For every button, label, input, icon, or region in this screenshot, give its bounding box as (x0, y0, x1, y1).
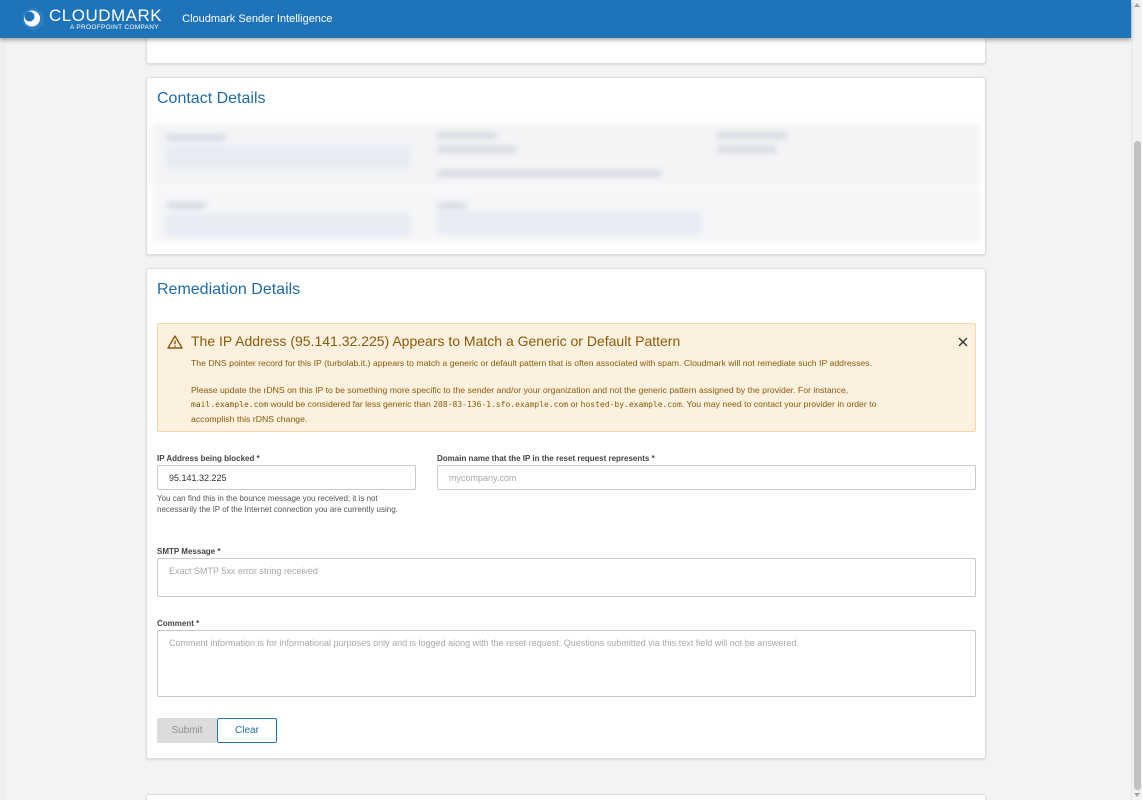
contact-details-redacted (152, 124, 980, 243)
page-scrollbar[interactable] (1131, 0, 1142, 800)
next-section-card (146, 794, 986, 800)
alert-title: The IP Address (95.141.32.225) Appears t… (191, 333, 681, 349)
logo-tagline: A PROOFPOINT COMPANY (70, 23, 159, 31)
remediation-details-card: Remediation Details The IP Address (95.1… (146, 268, 986, 759)
cloudmark-logo[interactable]: CLOUDMARK A PROOFPOINT COMPANY (20, 0, 162, 38)
cloudmark-logo-icon (22, 7, 44, 31)
logo-name: CLOUDMARK (49, 5, 163, 25)
top-app-bar: CLOUDMARK A PROOFPOINT COMPANY Cloudmark… (0, 0, 1131, 38)
domain-name-label: Domain name that the IP in the reset req… (437, 454, 655, 463)
remediation-details-title: Remediation Details (157, 281, 301, 298)
warning-icon (167, 335, 183, 349)
ip-address-label: IP Address being blocked * (157, 454, 260, 463)
scroll-thumb[interactable] (1134, 141, 1141, 790)
generic-pattern-alert: The IP Address (95.141.32.225) Appears t… (157, 323, 976, 432)
contact-details-title: Contact Details (157, 90, 266, 107)
ip-address-help: You can find this in the bounce message … (157, 494, 398, 514)
ip-address-input[interactable]: 95.141.32.225 (157, 465, 416, 490)
comment-label: Comment * (157, 619, 200, 628)
contact-details-card: Contact Details (146, 77, 986, 255)
scroll-up-arrow-icon[interactable] (1134, 3, 1140, 7)
submit-button[interactable]: Submit (157, 718, 217, 743)
close-icon[interactable] (957, 336, 969, 348)
clear-button[interactable]: Clear (217, 718, 277, 743)
scroll-down-arrow-icon[interactable] (1134, 793, 1140, 797)
alert-instructions: Please update the rDNS on this IP to be … (191, 385, 877, 424)
domain-name-input[interactable]: mycompany.com (437, 465, 976, 490)
main-column: Contact Details Remediation Details The … (6, 0, 1131, 800)
app-title: Cloudmark Sender Intelligence (182, 13, 333, 25)
smtp-message-label: SMTP Message * (157, 547, 221, 556)
alert-description: The DNS pointer record for this IP (turb… (191, 358, 873, 368)
comment-textarea[interactable]: Comment information is for informational… (157, 630, 976, 697)
smtp-message-input[interactable]: Exact SMTP 5xx error string received (157, 558, 976, 597)
